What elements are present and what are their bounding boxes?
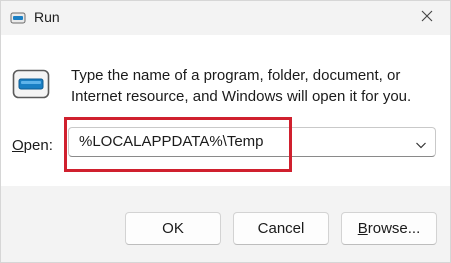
browse-button[interactable]: Browse... <box>341 212 437 245</box>
run-dialog: Run Type the name of a program, folder, … <box>0 0 451 263</box>
ok-button[interactable]: OK <box>125 212 221 245</box>
open-label-accelerator: O <box>12 137 24 154</box>
open-label: Open: <box>12 137 53 154</box>
open-input[interactable]: %LOCALAPPDATA%\Temp <box>79 133 264 150</box>
window-title: Run <box>34 9 60 25</box>
browse-label: rowse... <box>367 220 421 237</box>
instruction-text: Type the name of a program, folder, docu… <box>71 67 412 105</box>
button-bar: OK Cancel Browse... <box>1 186 450 262</box>
open-label-text: pen: <box>23 137 53 154</box>
dialog-body: Type the name of a program, folder, docu… <box>1 35 450 185</box>
browse-accelerator: B <box>357 220 368 237</box>
chevron-down-icon[interactable] <box>415 137 427 149</box>
run-icon <box>10 10 26 26</box>
title-bar[interactable]: Run <box>1 1 450 35</box>
cancel-button[interactable]: Cancel <box>233 212 329 245</box>
close-icon <box>421 9 433 27</box>
run-icon <box>12 69 50 99</box>
close-button[interactable] <box>404 1 450 35</box>
open-combobox[interactable]: %LOCALAPPDATA%\Temp <box>68 127 436 157</box>
